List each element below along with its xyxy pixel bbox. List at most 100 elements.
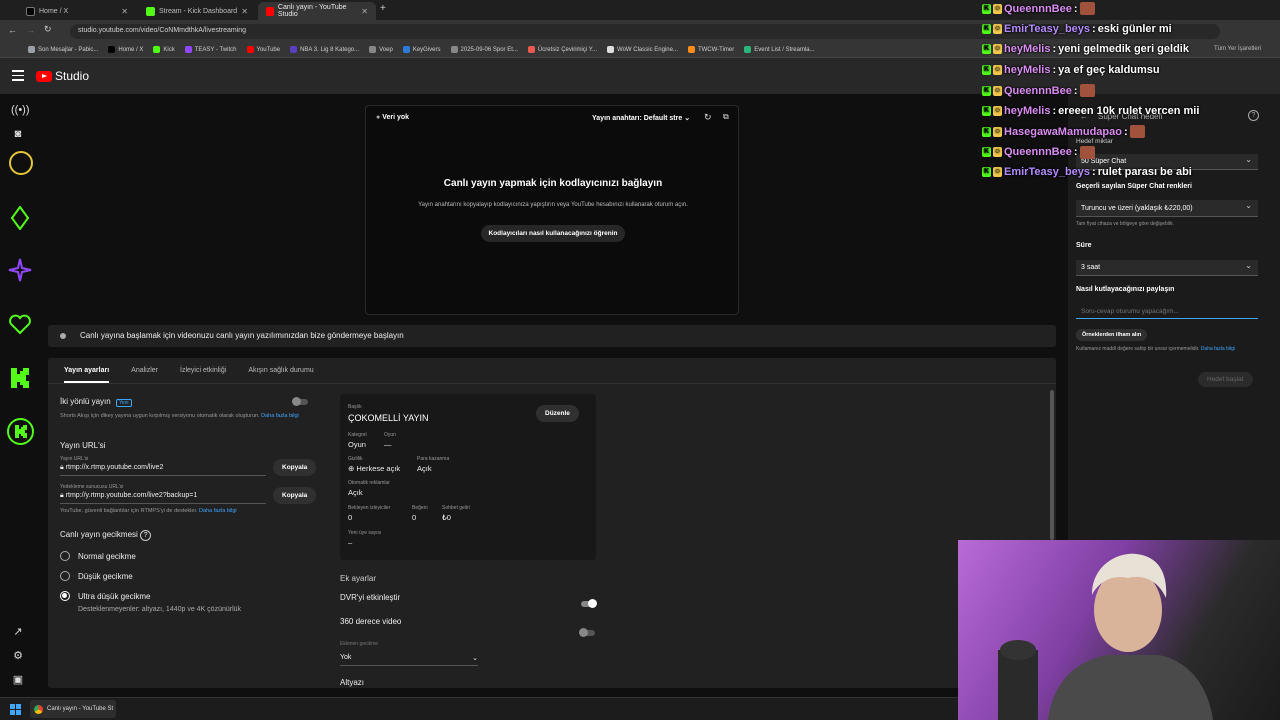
chat-username[interactable]: heyMelis <box>1004 105 1050 117</box>
two-way-toggle[interactable] <box>292 397 308 406</box>
stream-preview: ● Veri yok Yayın anahtarı: Default stre … <box>365 105 739 315</box>
tab-kick-dashboard[interactable]: Stream - Kick Dashboard ✕ <box>138 2 256 20</box>
radio-ultra[interactable] <box>60 591 70 601</box>
latency-option-normal[interactable]: Normal gecikme <box>60 551 136 561</box>
latency-title: Canlı yayın gecikmesi ? <box>60 530 152 541</box>
kick-badge-icon: K <box>982 64 991 75</box>
chat-username[interactable]: heyMelis <box>1004 43 1050 55</box>
refresh-icon[interactable]: ↻ <box>704 112 712 123</box>
taskbar-browser-window[interactable]: Canlı yayın - YouTube St <box>30 700 116 718</box>
learn-encoders-button[interactable]: Kodlayıcıları nasıl kullanacağınızı öğre… <box>480 225 626 242</box>
bookmark-item[interactable]: NBA 3. Lig 8 Katego... <box>290 46 359 53</box>
tab-home-x[interactable]: Home / X ✕ <box>18 2 136 20</box>
stream-key-dropdown[interactable]: Yayın anahtarı: Default stre ⌄ <box>592 114 690 122</box>
privacy-key: Gizlilik <box>348 456 363 462</box>
chat-separator: : <box>1092 166 1096 178</box>
sub-badge-icon: ☺ <box>993 85 1002 96</box>
back-arrow-icon[interactable]: ← <box>8 25 17 35</box>
green-heart-icon[interactable] <box>8 313 32 335</box>
duration-select[interactable]: 3 saat <box>1076 260 1258 276</box>
bookmark-item[interactable]: Voep <box>369 46 393 53</box>
tab-stream-health[interactable]: Akışın sağlık durumu <box>248 358 313 383</box>
bookmark-item[interactable]: KeyGivers <box>402 46 441 53</box>
tab-viewer-activity[interactable]: İzleyici etkinliği <box>180 358 226 383</box>
kick-k-icon[interactable] <box>9 366 31 390</box>
latency-option-ultra[interactable]: Ultra düşük gecikme <box>60 591 150 601</box>
scrollbar[interactable] <box>1050 390 1054 540</box>
windows-start-icon[interactable] <box>10 703 22 715</box>
close-tab-icon[interactable]: ✕ <box>361 7 368 16</box>
policy-learn-more-link[interactable]: Daha fazla bilgi <box>1201 346 1235 352</box>
tab-youtube-studio[interactable]: Canlı yayın - YouTube Studio ✕ <box>258 2 376 20</box>
share-input[interactable] <box>1076 304 1258 319</box>
forward-arrow-icon[interactable]: → <box>26 25 35 35</box>
bookmark-item[interactable]: TEASY - Twitch <box>184 46 237 53</box>
calendar-icon[interactable] <box>9 151 33 175</box>
bookmark-item[interactable]: Event List / Streamla... <box>744 46 815 53</box>
backup-url-field[interactable]: 🔒︎ rtmp://y.rtmp.youtube.com/live2?backu… <box>60 492 266 504</box>
help-icon[interactable]: ? <box>140 530 152 541</box>
purple-sparkle-icon[interactable] <box>8 258 32 282</box>
tab-stream-settings[interactable]: Yayın ayarları <box>64 358 110 383</box>
policy-note: Kutlamanız maddi değere sahip bir unsur … <box>1076 346 1262 353</box>
learn-more-link[interactable]: Daha fazla bilgi <box>261 413 299 419</box>
help-icon[interactable]: ? <box>1248 110 1259 121</box>
copy-backup-url-button[interactable]: Kopyala <box>273 487 317 504</box>
sub-badge-icon: ☺ <box>993 147 1002 157</box>
copy-icon[interactable]: ⧉ <box>723 112 729 122</box>
all-bookmarks-link[interactable]: Tüm Yer İşaretleri <box>1214 46 1261 52</box>
chevron-down-icon: ⌄ <box>684 115 691 122</box>
colors-note: Tam fiyat cihaza ve bölgeye göre değişeb… <box>1076 221 1174 227</box>
live-broadcast-icon[interactable]: ((•)) <box>11 104 30 118</box>
bookmark-item[interactable]: Ücretsiz Çevirimiçi Y... <box>527 46 597 53</box>
colors-select[interactable]: Turuncu ve üzeri (yaklaşık ₺220,00) <box>1076 200 1258 217</box>
chat-username[interactable]: QueennnBee <box>1004 85 1072 97</box>
youtube-play-icon <box>36 70 52 82</box>
chat-username[interactable]: heyMelis <box>1004 64 1050 76</box>
webcam-feed <box>958 540 1280 720</box>
chat-username[interactable]: HasegawaMamudapao <box>1004 126 1122 138</box>
start-goal-button[interactable]: Hedef başlat <box>1198 372 1253 387</box>
menu-icon[interactable] <box>12 70 24 81</box>
external-link-icon[interactable]: ↗ <box>11 625 25 639</box>
bookmark-item[interactable]: TWCW-Timer <box>687 46 734 53</box>
inspire-button[interactable]: Örneklerden ilham alın <box>1076 329 1148 341</box>
status-text: Veri yok <box>382 114 410 121</box>
chat-separator: : <box>1073 146 1078 158</box>
ultra-latency-note: Desteklenmeyenler: altyazı, 1440p ve 4K … <box>78 606 242 613</box>
delay-select[interactable]: Yok ⌄ <box>340 654 478 666</box>
latency-option-low[interactable]: Düşük gecikme <box>60 571 133 581</box>
chat-username[interactable]: QueennnBee <box>1004 3 1072 15</box>
dvr-toggle[interactable] <box>581 599 597 608</box>
close-tab-icon[interactable]: ✕ <box>241 7 248 16</box>
gear-icon[interactable]: ⚙ <box>11 649 25 663</box>
bookmark-item[interactable]: YouTube <box>246 46 280 53</box>
reload-icon[interactable]: ↻ <box>44 24 52 35</box>
new-tab-button[interactable]: + <box>380 3 386 14</box>
vr360-toggle[interactable] <box>579 628 595 637</box>
bookmark-item[interactable]: Home / X <box>108 46 143 53</box>
bookmark-item[interactable]: Kick <box>153 46 175 53</box>
copy-url-button[interactable]: Kopyala <box>273 459 317 476</box>
bookmark-item[interactable]: WoW Classic Engine... <box>607 46 678 53</box>
stream-url-field[interactable]: 🔒︎ rtmp://x.rtmp.youtube.com/live2 <box>60 464 266 476</box>
feedback-icon[interactable]: ▣ <box>11 673 25 687</box>
edit-button[interactable]: Düzenle <box>536 405 579 422</box>
camera-icon[interactable]: ◙ <box>11 128 25 142</box>
tab-analytics[interactable]: Analizler <box>131 358 158 383</box>
chat-username[interactable]: EmirTeasy_beys <box>1004 23 1090 35</box>
chat-username[interactable]: QueennnBee <box>1004 146 1072 158</box>
bookmark-item[interactable]: Son Mesajlar - Pabic... <box>28 46 98 53</box>
bookmark-item[interactable]: 2025-09-06 Spor Et... <box>450 46 518 53</box>
green-diamond-icon[interactable] <box>10 205 30 231</box>
chat-message: K ☺ QueennnBee : <box>982 2 1095 15</box>
radio-ultra-label: Ultra düşük gecikme <box>78 591 151 601</box>
kick-circle-icon[interactable] <box>7 418 34 445</box>
radio-low[interactable] <box>60 571 70 581</box>
chat-username[interactable]: EmirTeasy_beys <box>1004 166 1090 178</box>
rtmps-learn-more-link[interactable]: Daha fazla bilgi <box>199 508 237 514</box>
radio-normal[interactable] <box>60 551 70 561</box>
studio-logo[interactable]: Studio <box>36 69 89 83</box>
person-silhouette <box>998 553 1213 720</box>
close-tab-icon[interactable]: ✕ <box>121 7 128 16</box>
